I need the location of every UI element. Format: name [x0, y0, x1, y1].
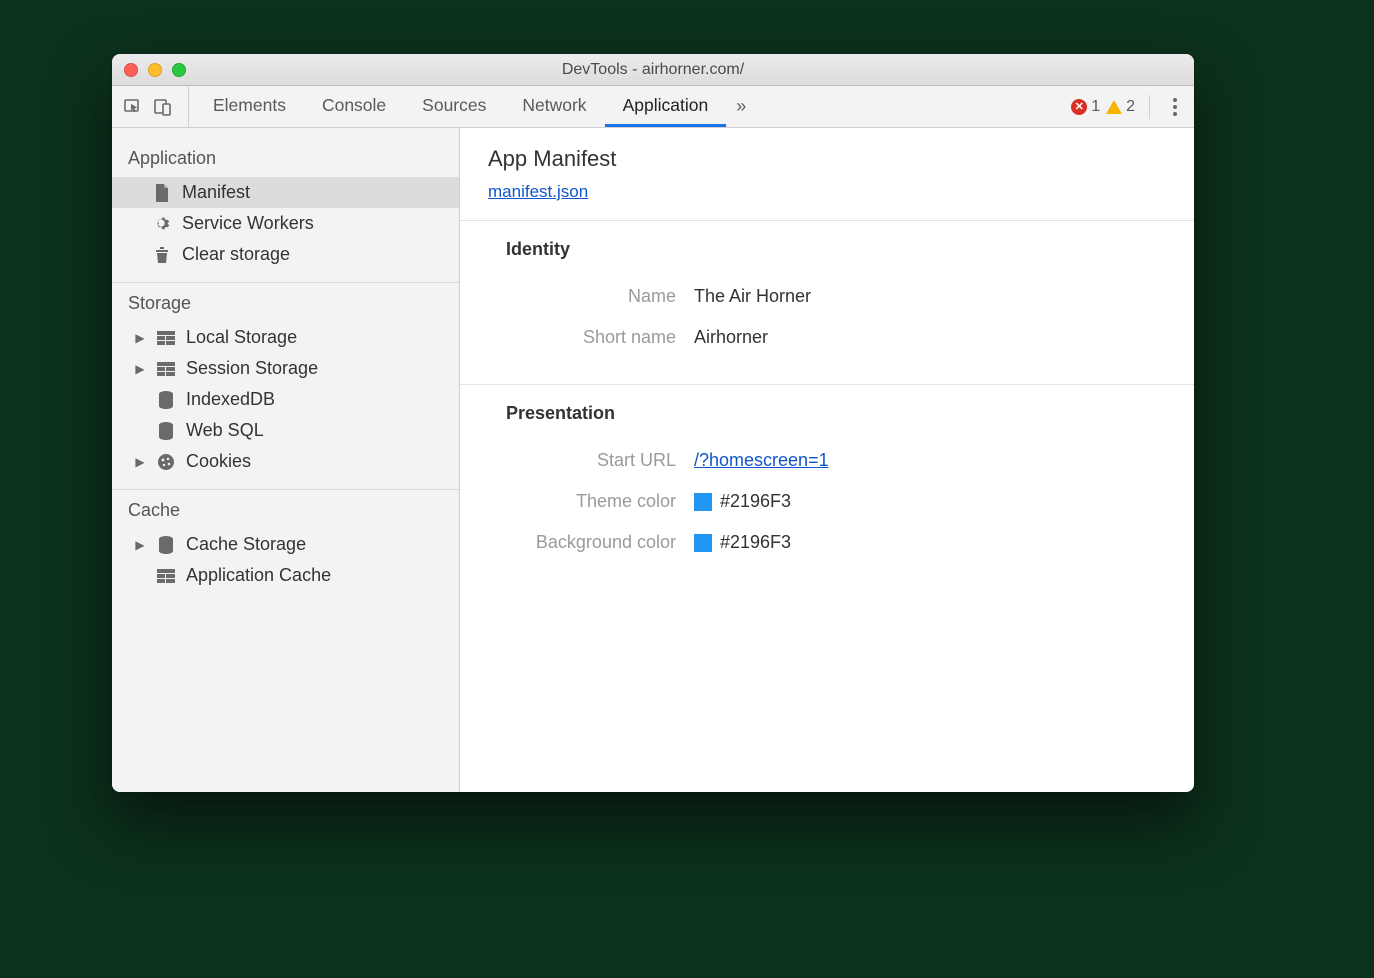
kv-key: Theme color	[506, 491, 694, 512]
kv-key: Short name	[506, 327, 694, 348]
sidebar-item-cookies[interactable]: ▶ Cookies	[112, 446, 459, 477]
sidebar-item-indexeddb[interactable]: ▶ IndexedDB	[112, 384, 459, 415]
divider	[1149, 95, 1150, 119]
sidebar-item-application-cache[interactable]: ▶ Application Cache	[112, 560, 459, 591]
kv-row-background-color: Background color #2196F3	[506, 522, 1166, 563]
trash-icon	[152, 245, 172, 265]
manifest-file-link[interactable]: manifest.json	[488, 182, 588, 201]
sidebar-item-label: Clear storage	[182, 244, 290, 265]
warning-icon	[1106, 100, 1122, 114]
identity-section: Identity Name The Air Horner Short name …	[460, 221, 1194, 385]
device-toolbar-icon[interactable]	[152, 96, 174, 118]
presentation-section: Presentation Start URL /?homescreen=1 Th…	[460, 385, 1194, 589]
sidebar-item-label: Application Cache	[186, 565, 331, 586]
tab-application[interactable]: Application	[605, 86, 727, 127]
sidebar-item-local-storage[interactable]: ▶ Local Storage	[112, 322, 459, 353]
warnings-indicator[interactable]: 2	[1106, 98, 1135, 116]
tab-elements[interactable]: Elements	[195, 86, 304, 127]
sidebar-item-service-workers[interactable]: Service Workers	[112, 208, 459, 239]
kv-value: Airhorner	[694, 327, 768, 348]
inspect-element-icon[interactable]	[122, 96, 144, 118]
sidebar-item-label: IndexedDB	[186, 389, 275, 410]
table-icon	[156, 566, 176, 586]
section-heading: Identity	[506, 239, 1166, 260]
expand-arrow-icon[interactable]: ▶	[134, 455, 146, 469]
section-heading: Presentation	[506, 403, 1166, 424]
sidebar-group-application: Application Manifest Service Workers	[112, 138, 459, 283]
sidebar-item-label: Local Storage	[186, 327, 297, 348]
sidebar-item-label: Manifest	[182, 182, 250, 203]
kv-value: #2196F3	[694, 491, 791, 512]
table-icon	[156, 328, 176, 348]
expand-arrow-icon[interactable]: ▶	[134, 538, 146, 552]
cookie-icon	[156, 452, 176, 472]
gear-icon	[152, 214, 172, 234]
sidebar-item-label: Cache Storage	[186, 534, 306, 555]
sidebar-item-session-storage[interactable]: ▶ Session Storage	[112, 353, 459, 384]
settings-menu-button[interactable]	[1164, 94, 1186, 120]
manifest-panel: App Manifest manifest.json Identity Name…	[460, 128, 1194, 792]
sidebar-item-label: Service Workers	[182, 213, 314, 234]
kv-value: The Air Horner	[694, 286, 811, 307]
database-icon	[156, 421, 176, 441]
close-window-button[interactable]	[124, 63, 138, 77]
sidebar-item-label: Cookies	[186, 451, 251, 472]
color-swatch	[694, 534, 712, 552]
titlebar: DevTools - airhorner.com/	[112, 54, 1194, 86]
table-icon	[156, 359, 176, 379]
sidebar-item-manifest[interactable]: Manifest	[112, 177, 459, 208]
kv-key: Background color	[506, 532, 694, 553]
panel-tabs: Elements Console Sources Network Applica…	[195, 86, 756, 127]
color-hex: #2196F3	[720, 491, 791, 512]
tab-sources[interactable]: Sources	[404, 86, 504, 127]
start-url-link[interactable]: /?homescreen=1	[694, 450, 829, 471]
panel-body: Application Manifest Service Workers	[112, 128, 1194, 792]
kv-row-start-url: Start URL /?homescreen=1	[506, 440, 1166, 481]
minimize-window-button[interactable]	[148, 63, 162, 77]
errors-indicator[interactable]: ✕ 1	[1071, 98, 1100, 116]
devtools-toolbar: Elements Console Sources Network Applica…	[112, 86, 1194, 128]
sidebar-item-cache-storage[interactable]: ▶ Cache Storage	[112, 529, 459, 560]
sidebar-group-cache: Cache ▶ Cache Storage ▶ Application Cach…	[112, 490, 459, 603]
devtools-window: DevTools - airhorner.com/ Elements Conso…	[112, 54, 1194, 792]
kv-value: #2196F3	[694, 532, 791, 553]
window-title: DevTools - airhorner.com/	[562, 61, 744, 79]
color-swatch	[694, 493, 712, 511]
database-icon	[156, 390, 176, 410]
page-title: App Manifest	[488, 146, 1166, 172]
kv-row-name: Name The Air Horner	[506, 276, 1166, 317]
sidebar-group-header: Application	[112, 138, 459, 177]
more-tabs-button[interactable]: »	[726, 86, 756, 127]
color-hex: #2196F3	[720, 532, 791, 553]
document-icon	[152, 183, 172, 203]
sidebar-item-label: Session Storage	[186, 358, 318, 379]
sidebar-group-header: Storage	[112, 283, 459, 322]
sidebar-item-label: Web SQL	[186, 420, 264, 441]
database-icon	[156, 535, 176, 555]
error-icon: ✕	[1071, 99, 1087, 115]
toolbar-left	[122, 86, 189, 127]
kv-row-theme-color: Theme color #2196F3	[506, 481, 1166, 522]
error-count: 1	[1091, 98, 1100, 116]
maximize-window-button[interactable]	[172, 63, 186, 77]
window-controls	[124, 63, 186, 77]
sidebar-group-storage: Storage ▶ Local Storage ▶ Session Storag…	[112, 283, 459, 490]
kv-key: Name	[506, 286, 694, 307]
expand-arrow-icon[interactable]: ▶	[134, 362, 146, 376]
manifest-header: App Manifest manifest.json	[460, 128, 1194, 221]
toolbar-right: ✕ 1 2	[1071, 86, 1186, 127]
application-sidebar: Application Manifest Service Workers	[112, 128, 460, 792]
tab-network[interactable]: Network	[504, 86, 604, 127]
kv-row-short-name: Short name Airhorner	[506, 317, 1166, 358]
expand-arrow-icon[interactable]: ▶	[134, 331, 146, 345]
sidebar-item-clear-storage[interactable]: Clear storage	[112, 239, 459, 270]
kv-key: Start URL	[506, 450, 694, 471]
tab-console[interactable]: Console	[304, 86, 404, 127]
sidebar-item-web-sql[interactable]: ▶ Web SQL	[112, 415, 459, 446]
warning-count: 2	[1126, 98, 1135, 116]
sidebar-group-header: Cache	[112, 490, 459, 529]
